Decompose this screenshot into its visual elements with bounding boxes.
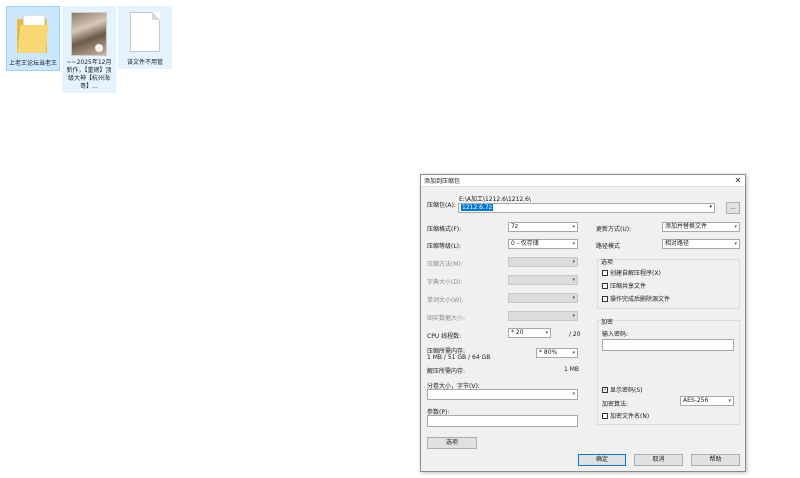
show-password-checkbox[interactable]: ✓ 显示密码(S) <box>602 385 643 394</box>
file-video-tile[interactable]: ~~2025年12月新作，【重磅】顶级大神【杭州海哥】... <box>62 6 116 93</box>
checkbox-checked-icon: ✓ <box>602 386 608 393</box>
archive-filename: 1212.6.7z <box>461 204 493 211</box>
solid-select: ▾ <box>508 311 578 321</box>
blank-file-icon <box>127 10 163 56</box>
help-button[interactable]: 帮助 <box>691 454 740 466</box>
file-name: 上老王论坛当老王 <box>9 60 58 67</box>
ok-button[interactable]: 确定 <box>578 454 626 466</box>
solid-label: 固实数据大小: <box>427 315 466 322</box>
options-button[interactable]: 选项 <box>427 437 477 449</box>
chevron-down-icon: ▾ <box>572 313 575 319</box>
encrypt-group-label: 加密 <box>601 319 614 326</box>
cancel-button[interactable]: 取消 <box>634 454 683 466</box>
chevron-down-icon: ▾ <box>545 330 548 336</box>
method-select: ▾ <box>508 257 578 267</box>
checkbox-icon <box>602 269 608 276</box>
chevron-down-icon: ▾ <box>572 224 575 230</box>
threads-select[interactable]: * 20 ▾ <box>508 328 551 338</box>
encrypt-method-select[interactable]: AES-256 ▾ <box>680 396 734 406</box>
dialog-title: 添加到压缩包 <box>424 178 461 185</box>
password-label: 输入密码: <box>602 331 629 338</box>
update-label: 更新方式(U): <box>596 226 632 233</box>
archive-name-input[interactable]: 1212.6.7z ▾ <box>458 203 715 213</box>
chevron-down-icon: ▾ <box>734 241 737 247</box>
file-folder-tile[interactable]: 上老王论坛当老王 <box>6 6 60 71</box>
mem-percent-select[interactable]: * 80% ▾ <box>536 348 578 358</box>
chevron-down-icon: ▾ <box>728 398 731 404</box>
add-to-archive-dialog: 添加到压缩包 ✕ 压缩包(A): E:\A加工\1212.6\1212.6\ 1… <box>420 174 746 472</box>
checkbox-icon <box>602 282 608 289</box>
archive-label: 压缩包(A): <box>427 202 456 209</box>
format-label: 压缩格式(F): <box>427 226 462 233</box>
split-select[interactable]: ▾ <box>427 389 578 400</box>
update-select[interactable]: 添加并替换文件 ▾ <box>662 222 740 232</box>
mem-compress-detail: 1 MB / 51 GB / 64 GB <box>427 354 491 361</box>
threads-max: / 20 <box>569 331 581 338</box>
file-name: ~~2025年12月新作，【重磅】顶级大神【杭州海哥】... <box>66 59 112 90</box>
options-group-label: 选项 <box>601 259 614 266</box>
dict-label: 字典大小(D): <box>427 279 463 286</box>
encrypt-method-label: 加密算法: <box>602 401 629 408</box>
chevron-down-icon: ▾ <box>572 277 575 283</box>
archive-path: E:\A加工\1212.6\1212.6\ <box>459 196 531 203</box>
mem-decompress-label: 解压所需内存: <box>427 368 466 375</box>
sfx-checkbox[interactable]: 创建自解压程序(X) <box>602 268 661 277</box>
mem-decompress-value: 1 MB <box>564 366 580 373</box>
chevron-down-icon: ▾ <box>572 241 575 247</box>
encrypt-names-checkbox[interactable]: 加密文件名(N) <box>602 411 649 420</box>
word-label: 单词大小(W): <box>427 297 464 304</box>
chevron-down-icon[interactable]: ▾ <box>709 204 712 210</box>
checkbox-icon <box>602 412 608 419</box>
chevron-down-icon: ▾ <box>572 259 575 265</box>
chevron-down-icon: ▾ <box>572 391 575 397</box>
level-label: 压缩等级(L): <box>427 243 462 250</box>
level-select[interactable]: 0 - 仅存储 ▾ <box>508 239 578 249</box>
delete-after-checkbox[interactable]: 操作完成后删除源文件 <box>602 294 670 303</box>
threads-label: CPU 线程数: <box>427 333 462 340</box>
chevron-down-icon: ▾ <box>572 350 575 356</box>
close-icon[interactable]: ✕ <box>731 175 745 187</box>
method-label: 压缩方法(M): <box>427 261 463 268</box>
format-select[interactable]: 7z ▾ <box>508 222 578 232</box>
chevron-down-icon: ▾ <box>572 295 575 301</box>
file-blank-tile[interactable]: 该文件不用管 <box>118 6 172 69</box>
password-input[interactable] <box>602 339 734 351</box>
browse-button[interactable]: ... <box>726 202 740 214</box>
path-mode-select[interactable]: 相对路径 ▾ <box>662 239 740 249</box>
params-input[interactable] <box>427 415 578 427</box>
dict-select: ▾ <box>508 275 578 285</box>
video-thumbnail-icon <box>71 10 107 56</box>
path-mode-label: 路径模式 <box>596 243 621 250</box>
shared-files-checkbox[interactable]: 压缩共享文件 <box>602 281 646 290</box>
folder-icon <box>15 11 51 57</box>
dialog-titlebar[interactable]: 添加到压缩包 ✕ <box>421 175 745 187</box>
file-name: 该文件不用管 <box>126 59 163 66</box>
chevron-down-icon: ▾ <box>734 224 737 230</box>
checkbox-icon <box>602 295 608 302</box>
word-select: ▾ <box>508 293 578 303</box>
